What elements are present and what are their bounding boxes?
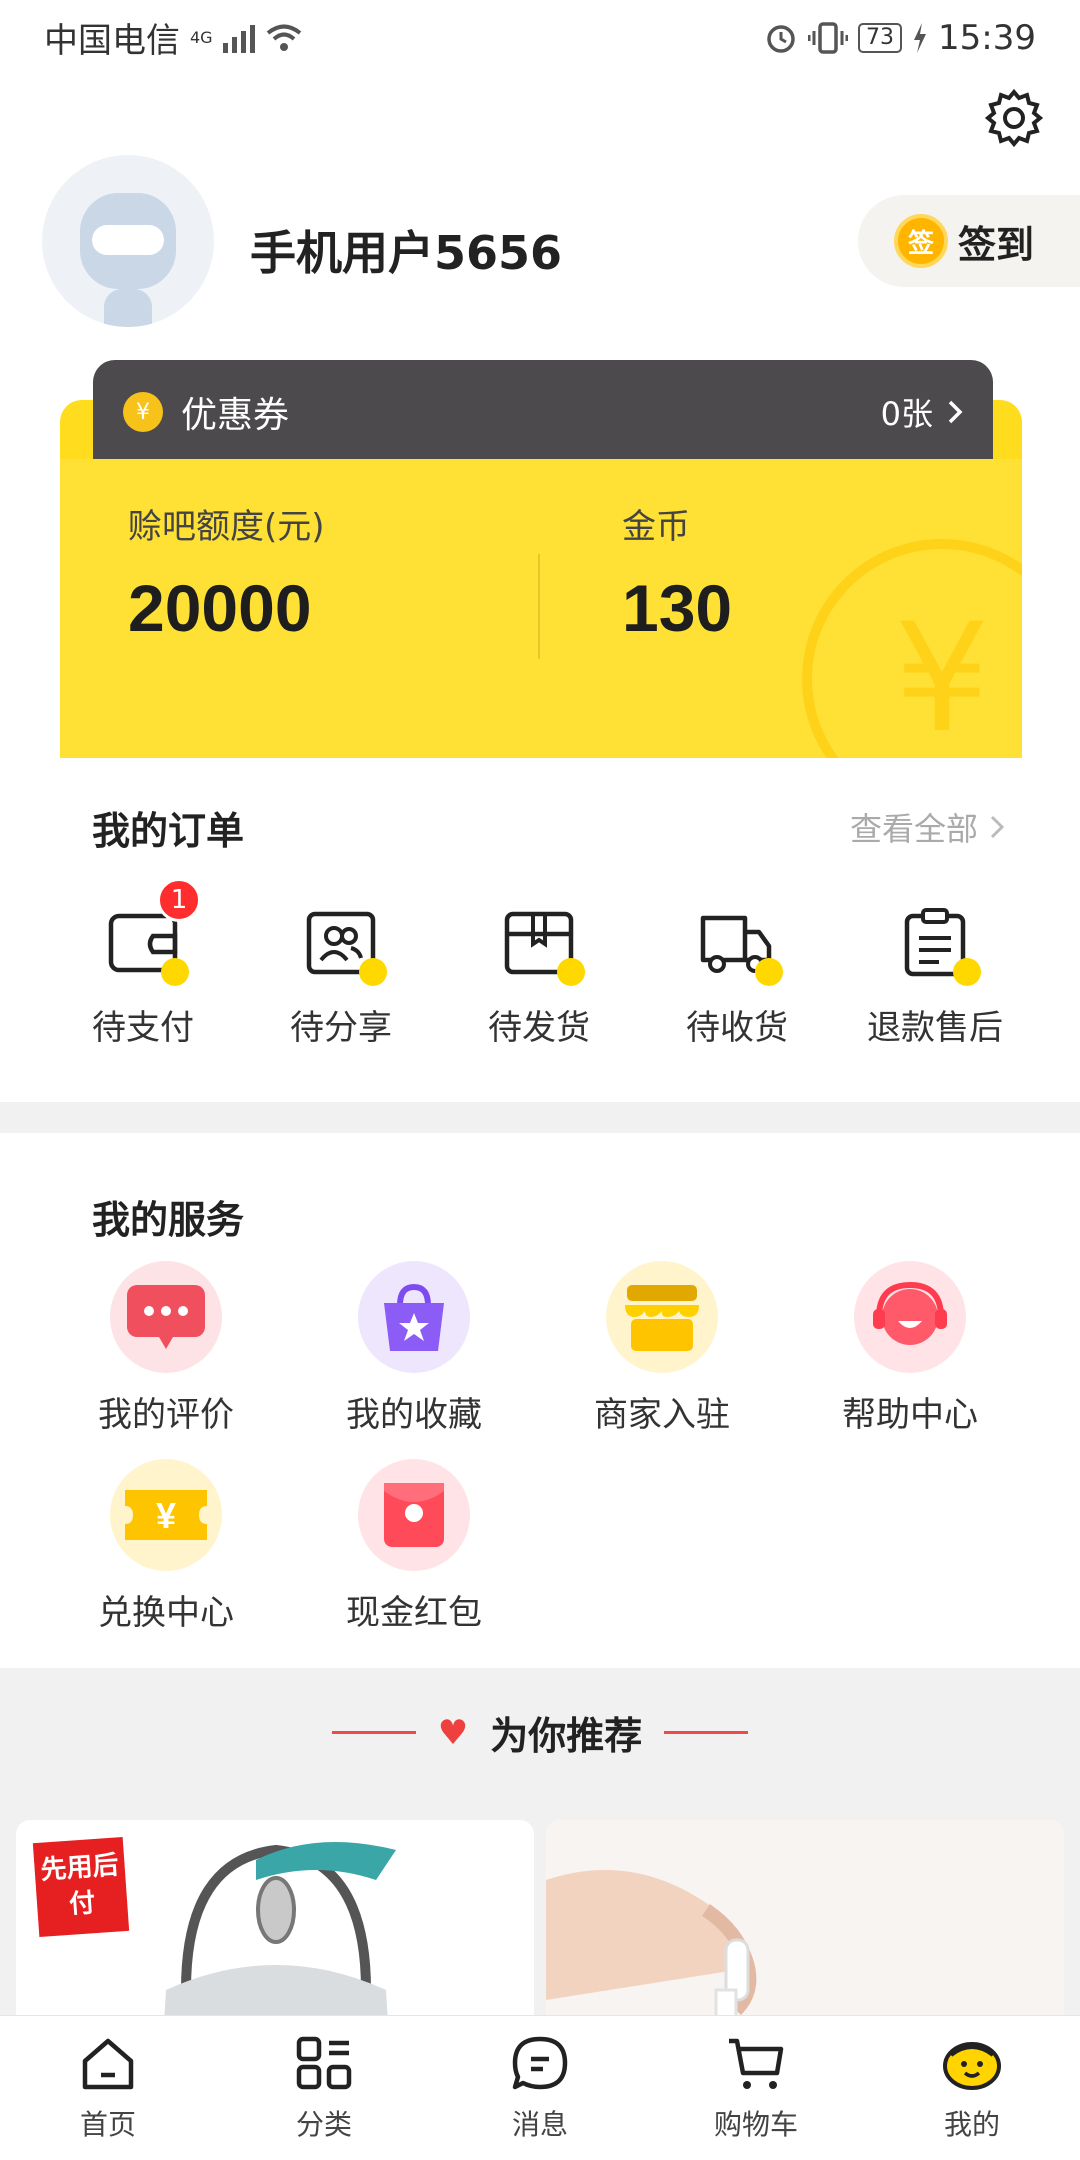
service-cash-red-packet[interactable]: 现金红包	[314, 1459, 514, 1634]
service-my-reviews[interactable]: 我的评价	[66, 1261, 266, 1436]
clock: 15:39	[938, 17, 1036, 58]
yen-watermark-icon: ¥	[802, 539, 1022, 759]
coupon-label: 优惠券	[181, 395, 290, 436]
home-icon	[82, 2038, 134, 2090]
heart-icon: ♥	[437, 1712, 469, 1753]
service-label: 兑换中心	[98, 1593, 234, 1633]
orders-title: 我的订单	[92, 809, 245, 853]
service-label: 帮助中心	[842, 1395, 978, 1435]
nav-home[interactable]: 首页	[0, 2016, 216, 2160]
ticket-icon: ¥	[125, 1490, 207, 1540]
nav-cart[interactable]: 购物车	[648, 2016, 864, 2160]
status-bar: 中国电信 4G 73 15:39	[0, 0, 1080, 75]
services-section: 我的服务 我的评价 我的收藏 商家入驻 帮助中心 ¥ 兑换中心 现金红包	[0, 1133, 1080, 1668]
recommend-title: 为你推荐	[490, 1714, 643, 1758]
wifi-icon	[266, 24, 301, 51]
charging-icon	[914, 22, 927, 53]
bottom-nav: 首页 分类 消息 购物车 我的	[0, 2015, 1080, 2160]
order-label: 待支付	[92, 1008, 194, 1048]
nav-label: 分类	[295, 2108, 352, 2141]
nav-messages[interactable]: 消息	[432, 2016, 648, 2160]
decorative-line	[664, 1731, 749, 1734]
coins-stat[interactable]: 金币 130	[622, 499, 732, 646]
settings-gear-icon[interactable]	[984, 87, 1044, 147]
mine-face-icon	[943, 2042, 1001, 2090]
sign-in-coin-icon: 签	[894, 214, 948, 268]
coins-label: 金币	[622, 507, 690, 547]
network-type: 4G	[190, 28, 213, 47]
coupon-count: 0张	[880, 395, 933, 433]
signal-icon	[222, 23, 255, 53]
service-label: 现金红包	[346, 1593, 482, 1633]
cart-icon	[729, 2038, 784, 2089]
order-label: 待发货	[488, 1008, 590, 1048]
service-help-center[interactable]: 帮助中心	[810, 1261, 1010, 1436]
nav-label: 我的	[943, 2108, 1000, 2141]
sign-in-label: 签到	[958, 222, 1035, 267]
nav-mine[interactable]: 我的	[864, 2016, 1080, 2160]
coupon-row[interactable]: ¥ 优惠券 0张	[93, 360, 993, 464]
wallet-card: ¥ 赊吧额度(元) 20000 金币 130	[60, 459, 1022, 759]
credit-value: 20000	[128, 571, 312, 645]
profile-header: 手机用户5656 签 签到 ¥ 优惠券 0张 ¥ 赊吧额度(元) 20000 金…	[0, 75, 1080, 760]
category-icon	[296, 2036, 352, 2090]
credit-label: 赊吧额度(元)	[128, 507, 325, 547]
carrier-name: 中国电信	[44, 21, 180, 61]
battery-level: 73	[858, 22, 903, 53]
order-refund-aftersale[interactable]: 退款售后	[845, 908, 1025, 1049]
yen-coin-icon: ¥	[123, 392, 163, 432]
decorative-line	[331, 1731, 416, 1734]
services-title: 我的服务	[92, 1198, 245, 1242]
nav-label: 购物车	[713, 2108, 798, 2141]
order-label: 待分享	[290, 1008, 392, 1048]
view-all-label: 查看全部	[849, 810, 978, 848]
order-label: 退款售后	[867, 1008, 1003, 1048]
favorite-bag-icon	[384, 1283, 444, 1351]
order-pending-share[interactable]: 待分享	[251, 908, 431, 1049]
service-label: 我的收藏	[346, 1395, 482, 1435]
chevron-right-icon	[990, 815, 1004, 839]
username[interactable]: 手机用户5656	[250, 217, 562, 283]
alarm-icon	[767, 24, 795, 53]
order-pending-shipment[interactable]: 待发货	[449, 908, 629, 1049]
credit-stat[interactable]: 赊吧额度(元) 20000	[128, 499, 325, 646]
vibrate-icon	[808, 21, 849, 54]
store-icon	[625, 1285, 699, 1351]
coins-value: 130	[622, 571, 733, 645]
view-all-orders-link[interactable]: 查看全部	[850, 804, 1004, 850]
service-favorites[interactable]: 我的收藏	[314, 1261, 514, 1436]
order-label: 待收货	[686, 1008, 788, 1048]
avatar[interactable]	[42, 155, 214, 327]
divider	[538, 554, 540, 659]
nav-label: 消息	[511, 2108, 568, 2141]
order-pending-payment[interactable]: 1 待支付	[53, 878, 233, 1049]
comment-icon	[127, 1285, 205, 1349]
nav-label: 首页	[79, 2108, 136, 2141]
service-merchant-join[interactable]: 商家入驻	[562, 1261, 762, 1436]
order-pending-receipt[interactable]: 待收货	[647, 908, 827, 1049]
chevron-right-icon	[948, 400, 963, 424]
svg-text:¥: ¥	[156, 1495, 176, 1536]
sign-in-button[interactable]: 签 签到	[858, 195, 1080, 287]
nav-category[interactable]: 分类	[216, 2016, 432, 2160]
red-packet-icon	[384, 1483, 444, 1547]
message-icon	[512, 2036, 568, 2090]
recommend-title-row: ♥ 为你推荐	[0, 1705, 1080, 1760]
orders-section: 我的订单 查看全部 1 待支付 待分享 待发货 待收货 退款售后	[0, 758, 1080, 1102]
service-label: 我的评价	[98, 1395, 234, 1435]
service-label: 商家入驻	[594, 1395, 730, 1435]
service-redeem-center[interactable]: ¥ 兑换中心	[66, 1459, 266, 1634]
support-icon	[873, 1281, 947, 1345]
pending-payment-badge: 1	[157, 878, 201, 922]
